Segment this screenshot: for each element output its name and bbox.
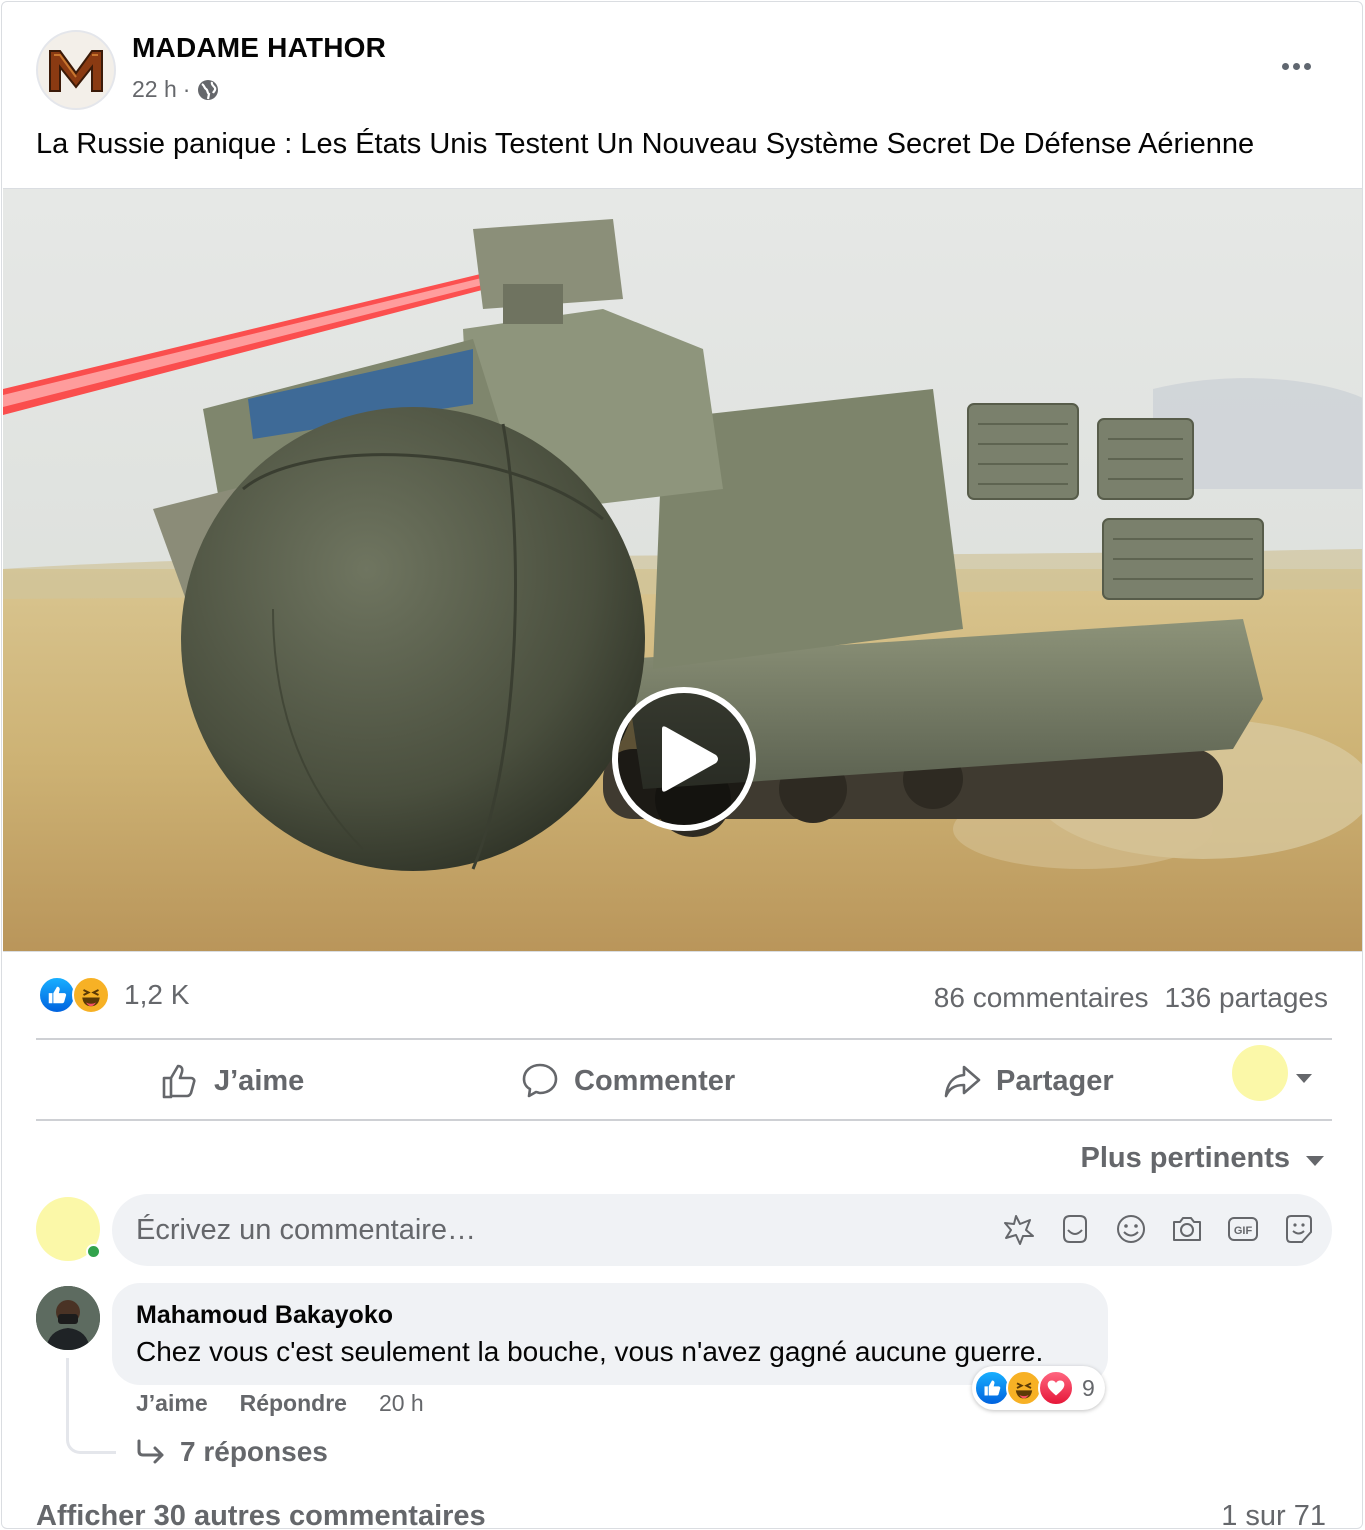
- sticker-icon[interactable]: [1058, 1212, 1092, 1246]
- post-reactions[interactable]: 1,2 K: [38, 976, 189, 1014]
- comment-input[interactable]: [136, 1213, 956, 1247]
- reaction-count: 1,2 K: [124, 979, 190, 1010]
- comment-label: Commenter: [574, 1064, 736, 1097]
- love-icon: [1038, 1370, 1074, 1406]
- chevron-down-icon[interactable]: [1296, 1074, 1312, 1083]
- play-button[interactable]: [612, 687, 756, 831]
- replies-label: 7 réponses: [180, 1436, 328, 1467]
- comment-composer[interactable]: GIF: [112, 1194, 1332, 1266]
- shares-count[interactable]: 136 partages: [1165, 982, 1328, 1014]
- svg-text:GIF: GIF: [1234, 1225, 1253, 1237]
- like-icon: [974, 1370, 1010, 1406]
- reply-arrow-icon: [137, 1439, 164, 1464]
- comment-bubble-icon: [522, 1063, 558, 1098]
- comment-author[interactable]: Mahamoud Bakayoko: [136, 1301, 1084, 1330]
- like-button[interactable]: J’aime: [160, 1054, 304, 1108]
- thumbs-up-icon: [162, 1064, 196, 1099]
- divider: [36, 1119, 1332, 1121]
- comment-actions: J’aime Répondre 20 h: [136, 1390, 424, 1417]
- avatar-sticker-icon[interactable]: [1002, 1212, 1036, 1246]
- globe-icon: [198, 79, 219, 100]
- online-status-dot: [86, 1244, 101, 1259]
- person-photo-icon: [36, 1286, 100, 1350]
- share-label: Partager: [996, 1064, 1114, 1097]
- divider: [36, 1038, 1332, 1040]
- video-thumbnail[interactable]: [3, 188, 1362, 952]
- comment-like-button[interactable]: J’aime: [136, 1390, 208, 1417]
- sticker-face-icon[interactable]: [1282, 1212, 1316, 1246]
- comment-reactions[interactable]: 9: [972, 1366, 1105, 1410]
- haha-icon: [1006, 1370, 1042, 1406]
- play-icon: [662, 726, 718, 792]
- view-replies-button[interactable]: 7 réponses: [136, 1436, 328, 1468]
- comment-time[interactable]: 20 h: [379, 1390, 424, 1417]
- comments-count[interactable]: 86 commentaires: [934, 982, 1149, 1014]
- haha-icon: [72, 976, 110, 1014]
- meta-separator: ·: [182, 76, 191, 102]
- page-avatar[interactable]: [36, 30, 116, 110]
- sort-label: Plus pertinents: [1080, 1142, 1291, 1174]
- dot-icon: [1292, 62, 1300, 70]
- comment-bubble: Mahamoud Bakayoko Chez vous c'est seulem…: [112, 1283, 1108, 1385]
- thread-line: [66, 1358, 116, 1454]
- post-stats: 86 commentaires 136 partages: [934, 982, 1328, 1014]
- page-name[interactable]: MADAME HATHOR: [132, 32, 386, 64]
- comment-reaction-count: 9: [1082, 1374, 1095, 1401]
- composer-tools: GIF: [1002, 1212, 1316, 1246]
- like-icon: [38, 976, 76, 1014]
- commenter-avatar[interactable]: [36, 1286, 100, 1350]
- post-time[interactable]: 22 h: [132, 76, 177, 103]
- post-text: La Russie panique : Les États Unis Teste…: [36, 128, 1255, 160]
- share-button[interactable]: Partager: [942, 1054, 1114, 1108]
- comment-pager: 1 sur 71: [1221, 1500, 1326, 1529]
- gif-icon[interactable]: GIF: [1226, 1212, 1260, 1246]
- camera-icon[interactable]: [1170, 1212, 1204, 1246]
- dot-icon: [1281, 62, 1289, 70]
- share-as-avatar[interactable]: [1232, 1045, 1288, 1101]
- comment-sort-dropdown[interactable]: Plus pertinents: [1080, 1142, 1324, 1175]
- comment-text: Chez vous c'est seulement la bouche, vou…: [136, 1336, 1044, 1367]
- tank-scene-image: [3, 189, 1362, 951]
- comment-reply-button[interactable]: Répondre: [240, 1390, 347, 1417]
- page-logo-m-icon: [49, 50, 103, 92]
- like-label: J’aime: [214, 1064, 305, 1097]
- share-arrow-icon: [944, 1065, 981, 1098]
- post-card: MADAME HATHOR 22 h · La Russie panique :…: [1, 1, 1363, 1529]
- emoji-icon[interactable]: [1114, 1212, 1148, 1246]
- comment-button[interactable]: Commenter: [520, 1054, 735, 1108]
- dot-icon: [1303, 62, 1311, 70]
- post-meta: 22 h ·: [132, 76, 220, 103]
- post-options-button[interactable]: [1270, 48, 1322, 84]
- caret-down-icon: [1306, 1155, 1324, 1166]
- more-comments-link[interactable]: Afficher 30 autres commentaires: [36, 1500, 486, 1528]
